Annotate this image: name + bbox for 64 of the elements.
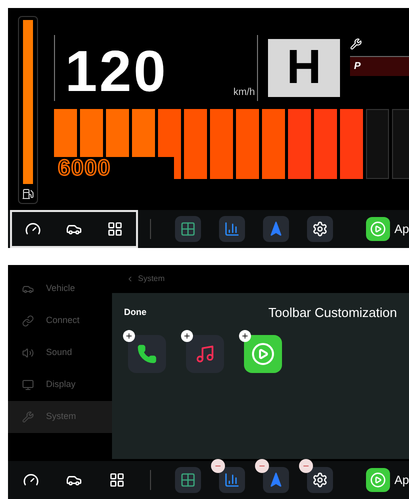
toolbar-app-button[interactable]	[219, 467, 245, 493]
fuel-icon	[22, 188, 34, 200]
remove-badge[interactable]	[255, 459, 269, 473]
sidebar-icon	[22, 315, 34, 327]
add-badge[interactable]	[123, 330, 135, 342]
toolbar-app-button[interactable]	[263, 467, 289, 493]
layout-icon[interactable]	[108, 472, 125, 488]
carplay-button[interactable]: Ap	[358, 468, 409, 492]
gauge-icon[interactable]	[23, 472, 40, 488]
done-button[interactable]: Done	[124, 306, 146, 320]
rev-segment	[288, 109, 311, 179]
add-badge[interactable]	[181, 330, 193, 342]
rev-segment	[314, 109, 337, 179]
sidebar-item[interactable]: Display	[8, 369, 112, 401]
gear-indicator: H	[268, 39, 340, 97]
sidebar-item[interactable]: System	[8, 401, 112, 433]
layout-icon[interactable]	[107, 221, 124, 237]
carplay-button[interactable]: Ap	[358, 217, 409, 241]
music-icon	[195, 344, 215, 364]
grid-icon	[180, 221, 196, 237]
carplay-icon	[366, 217, 390, 241]
speed-unit: km/h	[233, 86, 255, 100]
remove-badge[interactable]	[211, 459, 225, 473]
toolbar-app-button[interactable]	[307, 216, 333, 242]
navigation-icon	[268, 221, 284, 237]
rpm-plate: 6000	[54, 157, 174, 179]
rev-segment	[184, 109, 207, 179]
toolbar-app-button[interactable]	[307, 467, 333, 493]
carplay-icon	[366, 468, 390, 492]
rev-segment	[236, 109, 259, 179]
settings-icon	[312, 472, 328, 488]
sidebar-item[interactable]: Sound	[8, 337, 112, 369]
sidebar-item[interactable]: Vehicle	[8, 273, 112, 305]
remove-badge[interactable]	[299, 459, 313, 473]
bars-icon	[224, 221, 240, 237]
phone-icon	[137, 344, 157, 364]
sidebar-icon	[22, 411, 34, 423]
rev-segment	[210, 109, 233, 179]
sidebar-icon	[22, 347, 34, 359]
play-icon	[251, 342, 275, 366]
gauge-icon[interactable]	[24, 221, 41, 237]
navigation-icon	[268, 472, 284, 488]
toolbar-app-button[interactable]	[219, 216, 245, 242]
speed-value: 120	[65, 43, 168, 101]
panel-title: Toolbar Customization	[268, 304, 397, 322]
sidebar-icon	[22, 379, 34, 391]
wrench-icon	[350, 38, 362, 50]
sidebar-icon	[22, 283, 34, 295]
rev-segment	[392, 109, 409, 179]
grid-icon	[180, 472, 196, 488]
app-tile[interactable]	[244, 334, 282, 372]
app-tile[interactable]	[128, 334, 166, 372]
settings-icon	[312, 221, 328, 237]
toolbar-app-button[interactable]	[175, 467, 201, 493]
back-link[interactable]: System	[112, 265, 409, 293]
add-badge[interactable]	[239, 330, 251, 342]
back-icon	[126, 275, 134, 283]
toolbar-app-button[interactable]	[175, 216, 201, 242]
sidebar-item[interactable]: Connect	[8, 305, 112, 337]
rev-segment	[262, 109, 285, 179]
bars-icon	[224, 472, 240, 488]
app-tile[interactable]	[186, 334, 224, 372]
rev-segment	[366, 109, 389, 179]
parking-strip: P	[350, 56, 409, 76]
